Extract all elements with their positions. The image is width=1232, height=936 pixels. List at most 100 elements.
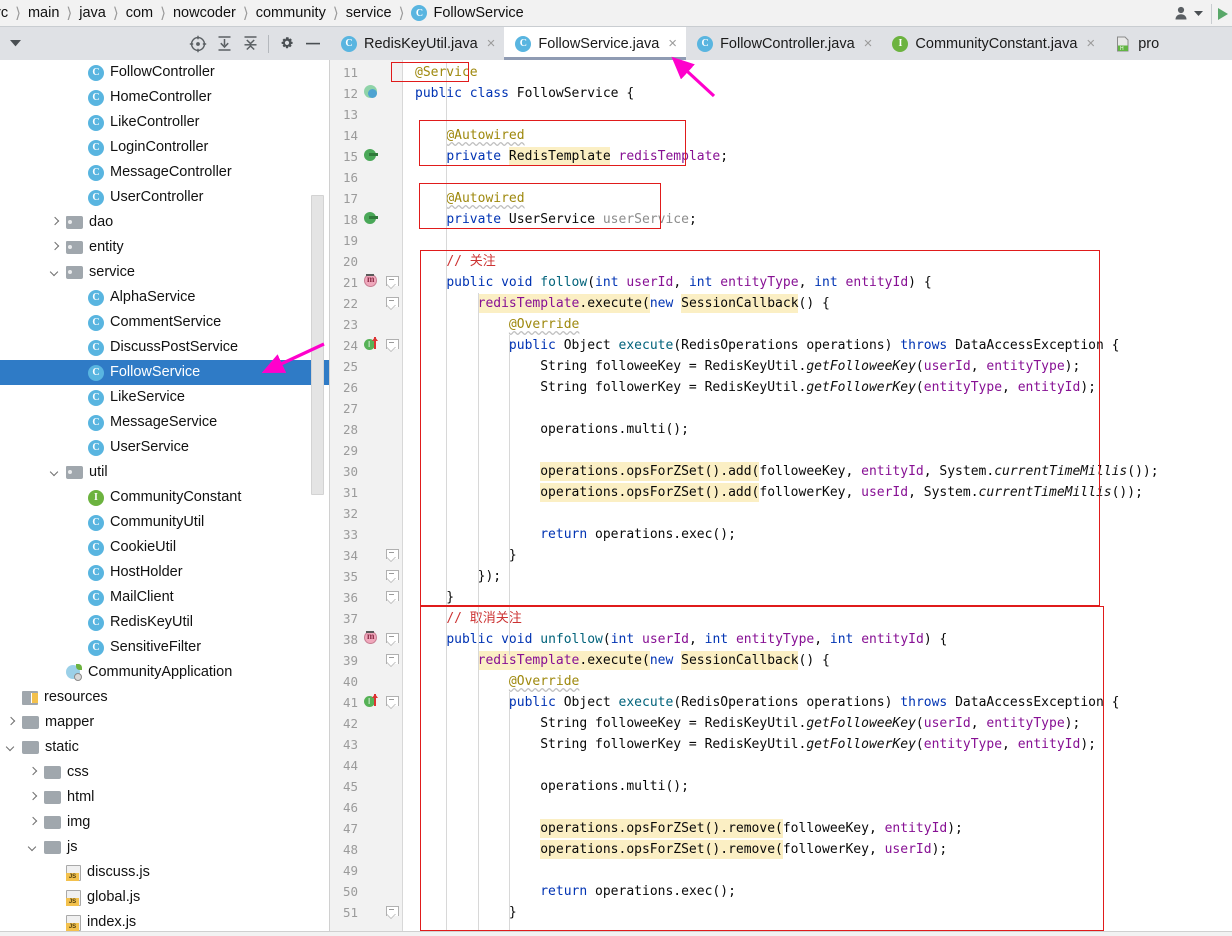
scroll-from-source-button[interactable] (185, 31, 211, 57)
code-fold-marker[interactable] (386, 339, 399, 354)
expand-all-button[interactable] (211, 31, 237, 57)
tree-item-dao[interactable]: dao (0, 210, 330, 235)
editor-gutter[interactable]: 11 12 13 14 15 16 17 18 19 20 21 m 22 23 24 I 25 26 27 28 29… (330, 60, 402, 936)
tree-item-sensitivefilter[interactable]: C SensitiveFilter (0, 635, 330, 660)
collapse-all-button[interactable] (237, 31, 263, 57)
spring-bean-icon[interactable] (364, 85, 381, 102)
chevron-right-icon[interactable] (50, 242, 61, 253)
breadcrumb-item-community[interactable]: community ⟩ (256, 4, 346, 22)
code-editor[interactable]: 11 12 13 14 15 16 17 18 19 20 21 m 22 23 24 I 25 26 27 28 29… (330, 60, 1232, 936)
tool-window-options-button[interactable] (2, 31, 28, 57)
code-fold-marker[interactable] (386, 654, 399, 669)
code-line[interactable] (403, 440, 415, 461)
tab-followservice[interactable]: C FollowService.java × (504, 27, 687, 60)
code-line[interactable]: operations.opsForZSet().remove(followeeK… (403, 818, 963, 839)
gutter-line[interactable]: 15 (330, 146, 402, 167)
code-line[interactable]: public Object execute(RedisOperations op… (403, 692, 1120, 713)
tree-item-likeservice[interactable]: C LikeService (0, 385, 330, 410)
gutter-line[interactable]: 12 (330, 83, 402, 104)
tree-item-usercontroller[interactable]: C UserController (0, 185, 330, 210)
code-line[interactable] (403, 230, 415, 251)
tree-item-logincontroller[interactable]: C LoginController (0, 135, 330, 160)
gutter-line[interactable]: 21 m (330, 272, 402, 293)
close-icon[interactable]: × (668, 35, 677, 52)
code-line[interactable]: public void unfollow(int userId, int ent… (403, 629, 947, 650)
tree-item-messageservice[interactable]: C MessageService (0, 410, 330, 435)
code-line[interactable]: public Object execute(RedisOperations op… (403, 335, 1120, 356)
tree-item-rediskeyutil[interactable]: C RedisKeyUtil (0, 610, 330, 635)
chevron-right-icon[interactable] (50, 217, 61, 228)
breadcrumb-item-src[interactable]: rc ⟩ (0, 4, 28, 22)
breadcrumb-item-main[interactable]: main ⟩ (28, 4, 79, 22)
breadcrumb-item-nowcoder[interactable]: nowcoder ⟩ (173, 4, 256, 22)
gutter-line[interactable]: 11 (330, 62, 402, 83)
tree-item-global-js[interactable]: JS global.js (0, 885, 330, 910)
chevron-right-icon[interactable] (28, 792, 39, 803)
gutter-line[interactable]: 29 (330, 440, 402, 461)
code-line[interactable] (403, 398, 415, 419)
code-area[interactable]: @Service public class FollowService { @Au… (403, 60, 1232, 936)
tab-rediskeyutil[interactable]: C RedisKeyUtil.java × (330, 27, 504, 60)
gutter-line[interactable]: 31 (330, 482, 402, 503)
code-line[interactable]: String followerKey = RedisKeyUtil.getFol… (403, 377, 1096, 398)
chevron-down-icon[interactable] (50, 267, 61, 278)
code-line[interactable]: public void follow(int userId, int entit… (403, 272, 931, 293)
code-line[interactable]: @Service (403, 62, 478, 83)
gutter-line[interactable]: 40 (330, 671, 402, 692)
tree-item-communityapplication[interactable]: CommunityApplication (0, 660, 330, 685)
gutter-line[interactable]: 51 (330, 902, 402, 923)
gutter-line[interactable]: 14 (330, 125, 402, 146)
override-implements-icon[interactable]: I (364, 694, 381, 711)
code-line[interactable]: String followerKey = RedisKeyUtil.getFol… (403, 734, 1096, 755)
chevron-right-icon[interactable] (6, 717, 17, 728)
code-line[interactable]: // 关注 (403, 251, 495, 272)
override-implements-icon[interactable]: I (364, 337, 381, 354)
gutter-line[interactable]: 17 (330, 188, 402, 209)
gutter-line[interactable]: 24 I (330, 335, 402, 356)
tree-item-mailclient[interactable]: C MailClient (0, 585, 330, 610)
tree-item-commentservice[interactable]: C CommentService (0, 310, 330, 335)
gutter-line[interactable]: 33 (330, 524, 402, 545)
settings-button[interactable] (274, 31, 300, 57)
gutter-line[interactable]: 44 (330, 755, 402, 776)
method-modified-icon[interactable]: m (364, 274, 381, 291)
gutter-line[interactable]: 43 (330, 734, 402, 755)
gutter-line[interactable]: 13 (330, 104, 402, 125)
gutter-line[interactable]: 20 (330, 251, 402, 272)
spring-autowire-icon[interactable] (364, 148, 381, 165)
tree-item-js[interactable]: js (0, 835, 330, 860)
gutter-line[interactable]: 42 (330, 713, 402, 734)
code-line[interactable] (403, 755, 415, 776)
code-line[interactable]: }); (403, 566, 501, 587)
tree-item-communityutil[interactable]: C CommunityUtil (0, 510, 330, 535)
code-line[interactable]: operations.opsForZSet().remove(followerK… (403, 839, 947, 860)
gutter-line[interactable]: 37 (330, 608, 402, 629)
chevron-down-icon[interactable] (6, 742, 17, 753)
chevron-down-icon[interactable] (28, 842, 39, 853)
gutter-line[interactable]: 36 (330, 587, 402, 608)
gutter-line[interactable]: 30 (330, 461, 402, 482)
run-button[interactable] (1212, 0, 1232, 27)
code-line[interactable]: // 取消关注 (403, 608, 521, 629)
breadcrumb-item-followservice[interactable]: C FollowService (411, 5, 524, 21)
gutter-line[interactable]: 18 (330, 209, 402, 230)
gutter-line[interactable]: 26 (330, 377, 402, 398)
code-fold-marker[interactable] (386, 276, 399, 291)
gutter-line[interactable]: 45 (330, 776, 402, 797)
gutter-line[interactable]: 34 (330, 545, 402, 566)
code-line[interactable] (403, 797, 415, 818)
code-fold-marker[interactable] (386, 906, 399, 921)
tree-item-mapper[interactable]: mapper (0, 710, 330, 735)
tree-item-html[interactable]: html (0, 785, 330, 810)
gutter-line[interactable]: 35 (330, 566, 402, 587)
tree-item-likecontroller[interactable]: C LikeController (0, 110, 330, 135)
tree-item-followcontroller[interactable]: C FollowController (0, 60, 330, 85)
tree-item-util[interactable]: util (0, 460, 330, 485)
tree-item-css[interactable]: css (0, 760, 330, 785)
close-icon[interactable]: × (487, 35, 496, 52)
breadcrumb-item-com[interactable]: com ⟩ (126, 4, 173, 22)
close-icon[interactable]: × (1086, 35, 1095, 52)
spring-autowire-icon[interactable] (364, 211, 381, 228)
code-line[interactable]: public class FollowService { (403, 83, 634, 104)
gutter-line[interactable]: 28 (330, 419, 402, 440)
